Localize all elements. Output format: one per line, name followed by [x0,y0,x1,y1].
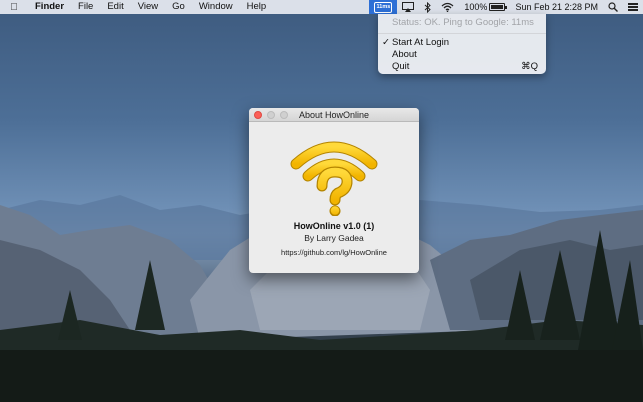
menu-window[interactable]: Window [192,0,240,14]
app-name-version: HowOnline v1.0 (1) [293,221,375,231]
menu-edit[interactable]: Edit [100,0,130,14]
menu-separator [378,33,546,34]
menu-view[interactable]: View [131,0,165,14]
window-titlebar[interactable]: About HowOnline [249,108,419,122]
quit-shortcut: ⌘Q [521,61,538,72]
status-line: Status: OK. Ping to Google: 11ms [392,17,534,28]
howonline-dropdown-menu: Status: OK. Ping to Google: 11ms ✓ Start… [378,14,546,74]
airplay-icon[interactable] [397,0,419,14]
start-at-login-label: Start At Login [392,37,450,48]
battery-percent: 100% [464,2,488,12]
about-window: About HowOnline HowOnline v1.0 (1) By La… [249,108,419,273]
menu-item-quit[interactable]: Quit ⌘Q [378,61,546,73]
menu-go[interactable]: Go [165,0,192,14]
howonline-status-item[interactable]: 11ms [369,0,398,14]
menu-item-start-at-login[interactable]: ✓ Start At Login [378,37,546,49]
menu-help[interactable]: Help [240,0,274,14]
spotlight-search-icon[interactable] [603,0,623,14]
quit-label: Quit [392,61,410,72]
checkmark-icon: ✓ [382,37,390,48]
close-button[interactable] [254,111,262,119]
battery-icon [489,3,508,11]
window-title: About HowOnline [298,110,370,120]
howonline-ping-icon: 11ms [374,1,393,13]
menu-file[interactable]: File [71,0,100,14]
battery-status[interactable]: 100% [459,0,510,14]
menu-bar:  Finder File Edit View Go Window Help 1… [0,0,643,14]
app-author: By Larry Gadea [304,233,364,243]
app-menu-finder[interactable]: Finder [28,0,71,14]
menubar-clock[interactable]: Sun Feb 21 2:28 PM [510,0,603,14]
bluetooth-icon[interactable] [419,0,436,14]
menu-item-about[interactable]: About [378,49,546,61]
apple-menu-icon[interactable]:  [0,2,28,13]
minimize-button [267,111,275,119]
project-url-link[interactable]: https://github.com/lg/HowOnline [249,248,419,257]
wifi-question-icon [290,141,378,216]
wifi-icon[interactable] [436,0,459,14]
zoom-button [280,111,288,119]
notification-center-icon[interactable] [623,0,643,14]
